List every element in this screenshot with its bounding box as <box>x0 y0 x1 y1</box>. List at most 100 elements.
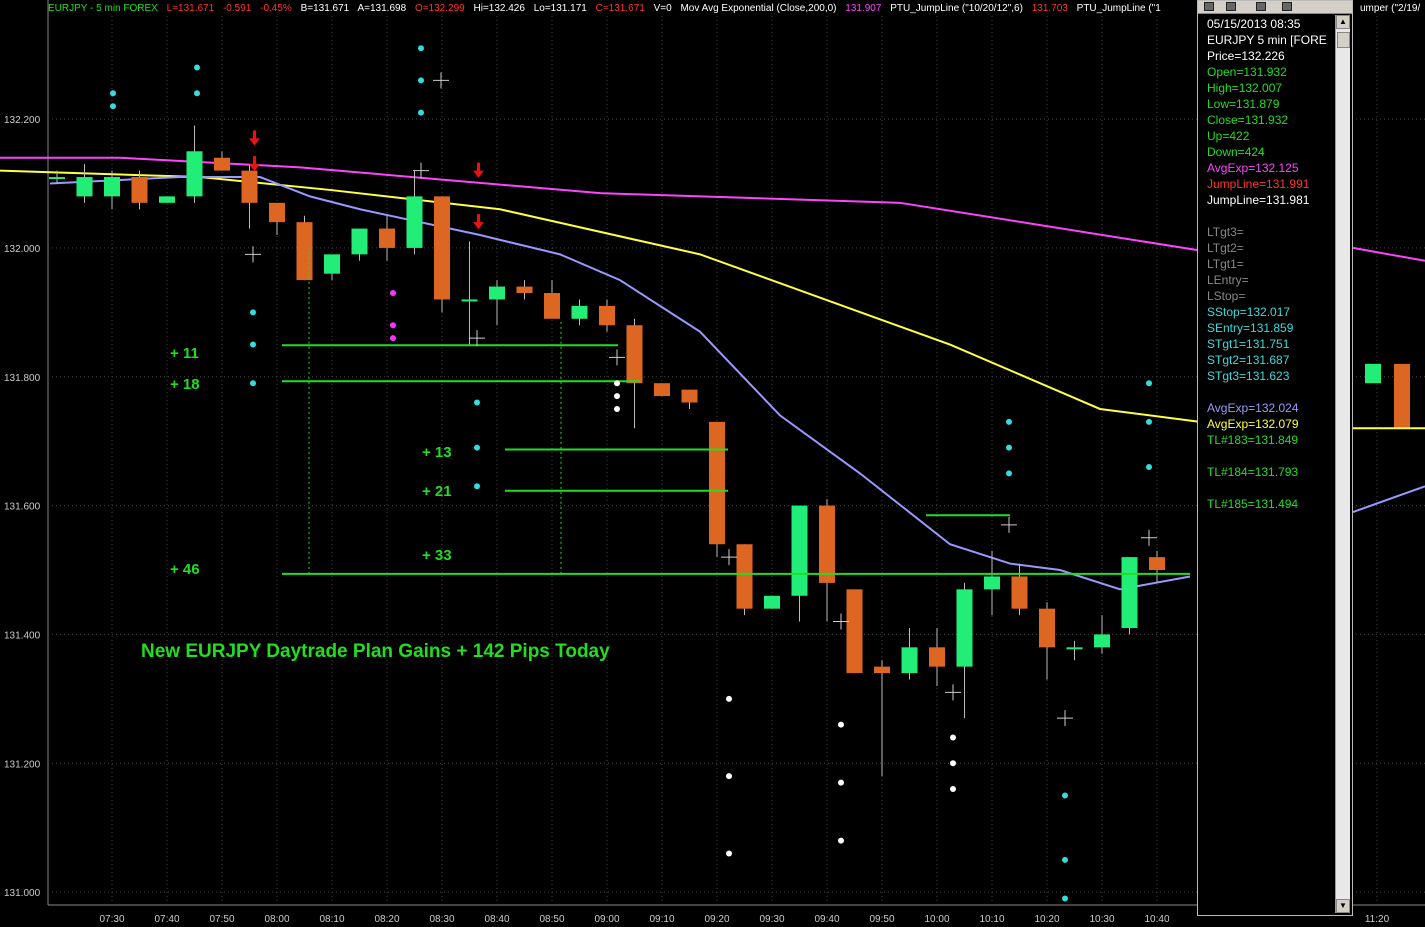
candle-body <box>626 325 643 384</box>
signal-dot <box>390 322 396 329</box>
candle-body <box>104 177 120 197</box>
x-tick-label: 09:10 <box>649 914 674 925</box>
chart-title: New EURJPY Daytrade Plan Gains + 142 Pip… <box>141 641 610 662</box>
cross-marker <box>721 549 737 566</box>
candle-body <box>956 589 973 667</box>
data-window-row: LStop= <box>1207 289 1246 303</box>
signal-dot <box>1006 444 1012 451</box>
signal-dot <box>1062 895 1068 902</box>
candle-body <box>241 170 258 203</box>
signal-dot <box>418 109 424 116</box>
signal-dot <box>950 760 956 767</box>
data-window-row: STgt1=131.751 <box>1207 337 1290 351</box>
y-tick-label: 132.000 <box>4 244 41 255</box>
signal-dot <box>474 444 480 451</box>
signal-dot <box>110 103 116 110</box>
data-window-row: LTgt1= <box>1207 257 1244 271</box>
x-tick-label: 07:30 <box>99 914 124 925</box>
volume: V=0 <box>653 3 672 14</box>
signal-dot <box>390 290 396 297</box>
x-tick-label: 08:40 <box>484 914 509 925</box>
candle-body <box>406 196 423 248</box>
signal-dot <box>418 45 424 52</box>
data-window-scrollbar[interactable]: ▲ ▼ <box>1335 15 1350 913</box>
candle-body <box>214 157 230 171</box>
cross-marker <box>469 330 485 347</box>
signal-dot <box>1062 856 1068 863</box>
data-window[interactable]: 05/15/2013 08:35 EURJPY 5 min [FORE Price=… <box>1197 0 1353 916</box>
signal-dot <box>614 393 620 400</box>
cross-marker <box>1001 516 1017 533</box>
candle-body <box>929 647 945 667</box>
candle-body <box>131 177 148 203</box>
data-window-toolbar <box>1198 1 1352 14</box>
candle-body <box>1365 363 1381 384</box>
x-tick-label: 11:20 <box>1365 914 1390 925</box>
x-tick-label: 09:00 <box>594 914 619 925</box>
scroll-up-icon[interactable]: ▲ <box>1336 15 1350 29</box>
y-tick-label: 131.000 <box>4 888 41 899</box>
x-tick-label: 10:00 <box>924 914 949 925</box>
cross-marker <box>245 246 261 263</box>
candle-body <box>1149 557 1165 571</box>
ma-value: 131.907 <box>845 3 882 14</box>
signal-dot <box>474 399 480 406</box>
save-icon[interactable] <box>1204 2 1214 11</box>
signal-dot <box>250 309 256 316</box>
signal-dot <box>194 64 200 71</box>
candle-body <box>791 505 808 596</box>
signal-dot <box>838 837 844 844</box>
scroll-down-icon[interactable]: ▼ <box>1336 899 1350 913</box>
cross-marker <box>413 162 429 179</box>
bid-price: B=131.671 <box>300 3 350 14</box>
copy-icon[interactable] <box>1282 2 1292 11</box>
signal-dot <box>950 786 956 793</box>
candle-body <box>901 647 918 674</box>
gain-annotation: + 21 <box>422 483 452 500</box>
data-window-row: 05/15/2013 08:35 <box>1207 17 1301 31</box>
y-tick-label: 131.600 <box>4 502 41 513</box>
data-window-row: Down=424 <box>1207 145 1265 159</box>
data-window-row: LEntry= <box>1207 273 1249 287</box>
data-window-row: Low=131.879 <box>1207 97 1280 111</box>
candle-body <box>571 305 588 319</box>
signal-dot <box>726 850 732 857</box>
candle-body <box>709 421 725 545</box>
signal-dot <box>1062 792 1068 799</box>
signal-dot <box>194 90 200 97</box>
grid-icon[interactable] <box>1256 2 1266 11</box>
sell-arrow-icon <box>473 162 484 178</box>
x-tick-label: 09:30 <box>759 914 784 925</box>
data-window-row: TL#185=131.494 <box>1207 497 1299 511</box>
signal-dot <box>838 779 844 786</box>
cross-marker <box>609 349 625 366</box>
candle-body <box>764 595 780 609</box>
signal-dot <box>950 734 956 741</box>
data-window-row: Close=131.932 <box>1207 113 1289 127</box>
gain-annotation: + 46 <box>170 561 200 578</box>
candle-body <box>379 228 395 248</box>
x-tick-label: 10:30 <box>1089 914 1114 925</box>
y-tick-label: 131.400 <box>4 630 41 641</box>
scroll-thumb[interactable] <box>1337 32 1350 48</box>
sell-arrow-icon <box>473 214 484 230</box>
data-window-row: AvgExp=132.079 <box>1207 417 1299 431</box>
data-window-row: STgt3=131.623 <box>1207 369 1290 383</box>
candle-body <box>819 505 835 583</box>
signal-dot <box>250 341 256 348</box>
data-window-row: SEntry=131.859 <box>1207 321 1294 335</box>
jumpline-value: 131.703 <box>1031 3 1068 14</box>
candle-body <box>1094 634 1110 648</box>
x-tick-label: 07:50 <box>209 914 234 925</box>
data-window-row: STgt2=131.687 <box>1207 353 1290 367</box>
candle-body <box>736 544 753 609</box>
gain-annotation: + 11 <box>170 345 199 362</box>
print-icon[interactable] <box>1226 2 1236 11</box>
candle-body <box>159 196 175 203</box>
data-window-row: SStop=132.017 <box>1207 305 1291 319</box>
signal-dot <box>614 405 620 412</box>
data-window-row: JumpLine=131.981 <box>1207 193 1310 207</box>
gain-annotation: + 33 <box>422 547 452 564</box>
candle-body <box>489 286 505 300</box>
ask-price: A=131.698 <box>357 3 407 14</box>
